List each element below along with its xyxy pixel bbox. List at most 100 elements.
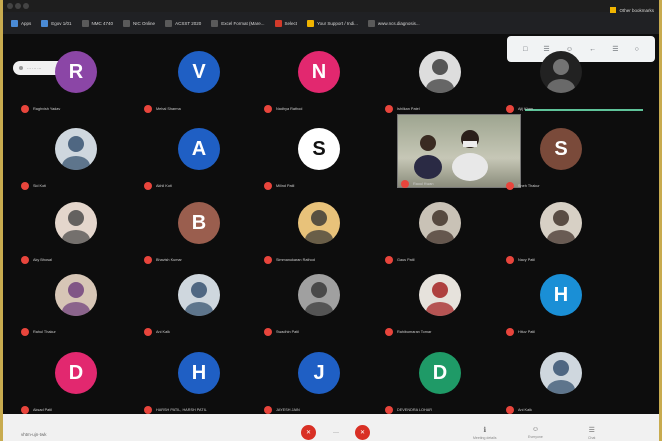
participant-photo[interactable]	[55, 202, 97, 244]
bottom-right-item[interactable]: ☰ Chat	[588, 426, 595, 440]
person-icon	[62, 282, 90, 316]
toolbar-icon[interactable]: ☰	[543, 45, 549, 53]
participant-photo[interactable]	[298, 202, 340, 244]
bookmarks-bar: Apps Egov 1/01 NMC 4740 NIC Online ACSST 202…	[3, 12, 659, 34]
participant-name-row: Gaus Patil	[385, 256, 415, 264]
bookmark-icon	[367, 19, 375, 27]
bottom-right-item[interactable]: ℹ Meeting details	[473, 426, 497, 440]
participant-name: Mehal Sharma	[156, 107, 181, 111]
participant-name-row: JAYESH JAIN	[264, 406, 300, 414]
bookmark-item[interactable]: NIC Online	[123, 19, 155, 27]
bookmark-item[interactable]: Your Support / Indi...	[307, 19, 358, 27]
participant-avatar[interactable]: B	[178, 202, 220, 244]
participant-avatar[interactable]: S	[540, 128, 582, 170]
participant-name-row: Rahibumaran Tomar	[385, 328, 431, 336]
participant-photo[interactable]	[419, 202, 461, 244]
toolbar-icon[interactable]: □	[523, 46, 527, 53]
participant-name: Hituv Patil	[518, 330, 536, 334]
participant-photo[interactable]	[540, 202, 582, 244]
participant-photo[interactable]	[298, 274, 340, 316]
participant-name-row: Swadhin Patil	[264, 328, 299, 336]
bookmark-item[interactable]: Excel Format (Mare...	[211, 19, 265, 27]
participant-name: Akhil Koti	[156, 184, 172, 188]
mic-muted-icon	[264, 105, 272, 113]
close-window-icon[interactable]	[7, 3, 13, 9]
participant-name: Ani Kalk	[518, 408, 532, 412]
participant-name-row: Navy Patil	[506, 256, 535, 264]
participant-avatar[interactable]: A	[178, 128, 220, 170]
participant-name-row: Rahul Thakur	[21, 328, 56, 336]
participant-photo[interactable]	[540, 51, 582, 93]
toolbar-icon[interactable]: ←	[589, 46, 596, 53]
mic-muted-icon	[264, 182, 272, 190]
participant-photo[interactable]	[178, 274, 220, 316]
bottom-controls-bar: vhtm-ujn-twk ✕ ··· ✕ ℹ Meeting details ☺ Ev…	[3, 414, 659, 441]
participant-name: DEVENDRA LOHAR	[397, 408, 433, 412]
person-icon	[305, 210, 333, 244]
participant-name-row: Sid Koti	[21, 182, 46, 190]
participant-photo[interactable]	[55, 274, 97, 316]
participant-avatar[interactable]: H	[540, 274, 582, 316]
mic-muted-icon	[144, 328, 152, 336]
participant-avatar[interactable]: R	[55, 51, 97, 93]
participant-name: Raoul Kwan	[413, 182, 434, 186]
bookmark-icon	[165, 19, 173, 27]
bookmark-item[interactable]: Egov 1/01	[41, 19, 72, 27]
minimize-window-icon[interactable]	[15, 3, 21, 9]
participant-name-row: Hituv Patil	[506, 328, 535, 336]
participant-avatar[interactable]: N	[298, 51, 340, 93]
mic-muted-icon	[506, 256, 514, 264]
bottom-item-label: Chat	[588, 436, 596, 440]
bottom-item-icon: ☺	[531, 426, 539, 433]
bookmark-item[interactable]: www.ncs.diagnosis...	[367, 19, 420, 27]
participant-name: Milind Patil	[276, 184, 295, 188]
participant-photo[interactable]	[419, 51, 461, 93]
mic-toggle-button[interactable]: ✕	[301, 425, 316, 440]
participant-name: HARSH PATIL, HARSH PATIL	[156, 408, 207, 412]
participant-video-feed[interactable]	[397, 114, 521, 188]
participant-name: Sid Koti	[33, 184, 47, 188]
bookmark-label: Excel Format (Mare...	[221, 20, 265, 26]
other-bookmarks[interactable]: Other bookmarks	[610, 7, 654, 13]
participant-name-row: Ishilkan Patel	[385, 105, 420, 113]
participant-name: JAYESH JAIN	[276, 408, 300, 412]
bookmark-label: NMC 4740	[91, 20, 114, 26]
toolbar-icon[interactable]: ○	[635, 46, 639, 53]
bottom-item-icon: ☰	[588, 427, 595, 434]
participant-name-row: Aksad Patil	[21, 406, 52, 414]
bottom-item-label: Meeting details	[473, 436, 497, 440]
mic-muted-icon	[506, 328, 514, 336]
participant-name-row: HARSH PATIL, HARSH PATIL	[144, 406, 207, 414]
person-icon	[426, 59, 454, 93]
participant-name: Rahibumaran Tomar	[397, 330, 432, 334]
participant-name: Rahul Thakur	[33, 330, 56, 334]
participant-avatar[interactable]: S	[298, 128, 340, 170]
more-options-button[interactable]: ···	[333, 430, 339, 436]
maximize-window-icon[interactable]	[23, 3, 29, 9]
participant-avatar[interactable]: J	[298, 352, 340, 394]
bookmark-item[interactable]: ACSST 2020	[165, 19, 201, 27]
bookmark-item[interactable]: NMC 4740	[81, 19, 114, 27]
bookmark-label: Apps	[21, 20, 32, 26]
participant-avatar[interactable]: D	[419, 352, 461, 394]
participant-photo[interactable]	[540, 352, 582, 394]
camera-toggle-button[interactable]: ✕	[355, 425, 370, 440]
mic-muted-icon	[385, 256, 393, 264]
participant-photo[interactable]	[55, 128, 97, 170]
participant-photo[interactable]	[419, 274, 461, 316]
bookmark-item[interactable]: Select	[274, 19, 297, 27]
participant-name: Sneh Thakur	[518, 184, 540, 188]
mic-muted-icon	[385, 406, 393, 414]
participant-avatar[interactable]: V	[178, 51, 220, 93]
mic-muted-icon	[144, 406, 152, 414]
bottom-right-item[interactable]: ☺ Everyone	[528, 426, 543, 439]
person-icon	[547, 59, 575, 93]
bookmark-item[interactable]: Apps	[11, 19, 32, 27]
bottom-item-label: Everyone	[528, 435, 543, 439]
bookmark-label: www.ncs.diagnosis...	[377, 20, 420, 26]
participant-name-row: Raoul Kwan	[401, 180, 433, 188]
toolbar-icon[interactable]: ☰	[612, 45, 618, 53]
participant-avatar[interactable]: D	[55, 352, 97, 394]
tab-bar	[3, 0, 659, 12]
participant-avatar[interactable]: H	[178, 352, 220, 394]
